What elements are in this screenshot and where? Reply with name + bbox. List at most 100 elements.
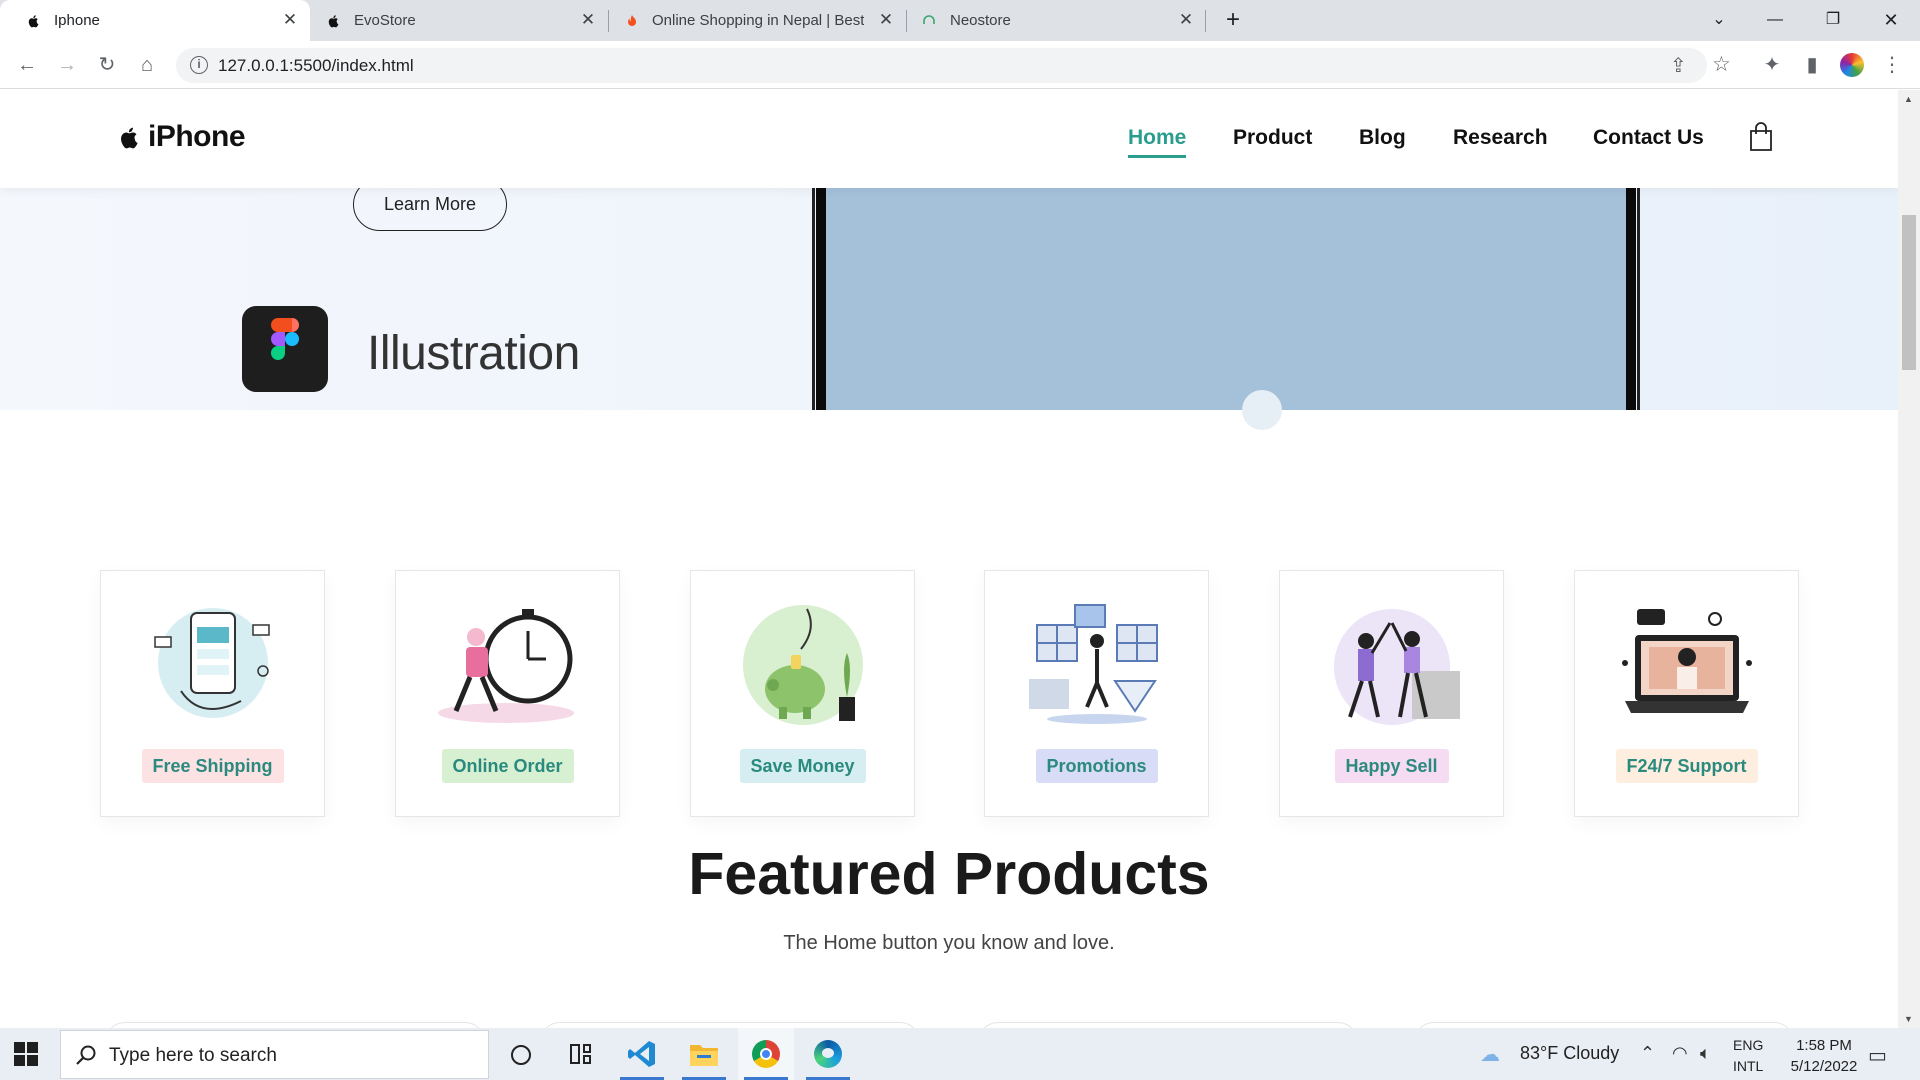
windows-taskbar: Type here to search ☁ 83°F Cloudy ⌃ ◠ 🔈︎ <box>0 1028 1920 1080</box>
page-viewport: iPhone Home Product Blog Research Contac… <box>0 90 1898 1028</box>
clock-date: 5/12/2022 <box>1790 1058 1858 1075</box>
nav-contact-us[interactable]: Contact Us <box>1593 126 1704 150</box>
figma-icon <box>242 306 328 397</box>
extensions-puzzle-icon[interactable]: ✦ <box>1758 51 1786 79</box>
browser-tab-bar: Iphone ✕ EvoStore ✕ Online Shopping in N… <box>0 0 1920 41</box>
new-tab-button[interactable]: + <box>1218 6 1248 34</box>
nav-home[interactable]: Home <box>1128 126 1187 158</box>
network-icon[interactable]: ◠ <box>1672 1043 1688 1064</box>
kebab-menu-icon[interactable]: ⋮ <box>1878 51 1906 79</box>
chrome-icon[interactable] <box>738 1028 794 1080</box>
feature-label: Online Order <box>441 749 574 783</box>
task-view-icon[interactable] <box>552 1028 608 1080</box>
input-language-indicator[interactable]: ENG INTL <box>1733 1035 1763 1077</box>
vscode-icon[interactable] <box>614 1028 670 1080</box>
url-text: 127.0.0.1:5500/index.html <box>218 56 414 75</box>
system-clock[interactable]: 1:58 PM 5/12/2022 <box>1778 1035 1870 1077</box>
keyboard-layout: INTL <box>1733 1058 1764 1074</box>
tab-iphone[interactable]: Iphone ✕ <box>0 0 310 41</box>
apple-icon <box>328 15 339 28</box>
feature-label: Free Shipping <box>141 749 284 783</box>
feature-label: Happy Sell <box>1334 749 1449 783</box>
logo-text: iPhone <box>148 120 246 153</box>
feature-card-save-money[interactable]: Save Money <box>690 570 915 817</box>
chevron-up-icon[interactable]: ⌃ <box>1640 1043 1655 1064</box>
close-window-button[interactable]: ✕ <box>1876 6 1906 34</box>
back-arrow-icon[interactable]: ← <box>13 51 41 79</box>
tab-neostore[interactable]: Neostore ✕ <box>908 0 1206 41</box>
feature-card-online-order[interactable]: Online Order <box>395 570 620 817</box>
page-scrollbar[interactable]: ▲ ▼ <box>1898 90 1920 1028</box>
home-icon[interactable]: ⌂ <box>133 51 161 79</box>
forward-arrow-icon[interactable]: → <box>53 51 81 79</box>
edge-icon[interactable] <box>800 1028 856 1080</box>
language-code: ENG <box>1733 1037 1764 1053</box>
share-icon[interactable]: ⇪ <box>1670 53 1687 78</box>
tab-title: Online Shopping in Nepal | Best <box>652 12 864 29</box>
site-info-icon[interactable]: i <box>190 56 208 74</box>
browser-toolbar: ← → ↻ ⌂ i 127.0.0.1:5500/index.html ⇪ ☆ … <box>0 41 1920 89</box>
support-laptop-illustration <box>1622 609 1752 713</box>
nav-blog[interactable]: Blog <box>1359 126 1406 150</box>
tab-title: Neostore <box>950 12 1011 29</box>
tab-evostore[interactable]: EvoStore ✕ <box>310 0 608 41</box>
reload-icon[interactable]: ↻ <box>93 51 121 79</box>
site-header: iPhone Home Product Blog Research Contac… <box>0 90 1898 188</box>
feature-label: F24/7 Support <box>1615 749 1758 783</box>
cortana-icon[interactable] <box>492 1028 548 1080</box>
payment-phone-illustration <box>154 608 270 718</box>
feature-label: Save Money <box>739 749 866 783</box>
featured-products-heading: Featured Products <box>688 841 1210 907</box>
featured-products-subtitle: The Home button you know and love. <box>783 932 1115 954</box>
side-panel-icon[interactable]: ▮ <box>1798 51 1826 79</box>
feature-card-free-shipping[interactable]: Free Shipping <box>100 570 325 817</box>
search-icon <box>76 1045 96 1065</box>
feature-label: Promotions <box>1035 749 1158 783</box>
search-placeholder: Type here to search <box>109 1045 277 1066</box>
tab-search-chevron-icon[interactable]: ⌄ <box>1704 6 1734 34</box>
clock-time: 1:58 PM <box>1796 1037 1852 1054</box>
star-icon[interactable]: ☆ <box>1712 52 1731 77</box>
close-icon[interactable]: ✕ <box>280 10 300 30</box>
nav-research[interactable]: Research <box>1453 126 1548 150</box>
close-icon[interactable]: ✕ <box>578 10 598 30</box>
taskbar-search-box[interactable]: Type here to search <box>60 1030 489 1079</box>
address-bar[interactable]: i 127.0.0.1:5500/index.html ⇪ ☆ <box>176 48 1731 83</box>
restore-button[interactable]: ❐ <box>1818 6 1848 34</box>
apple-logo-icon <box>121 127 138 149</box>
illustration-label: Illustration <box>367 327 580 380</box>
feature-card-happy-sell[interactable]: Happy Sell <box>1279 570 1504 817</box>
phone-mockup-image <box>812 188 1640 430</box>
tab-divider <box>1205 10 1206 32</box>
close-icon[interactable]: ✕ <box>1176 10 1196 30</box>
volume-icon[interactable]: 🔈︎ <box>1700 1043 1711 1064</box>
flame-icon <box>628 15 636 26</box>
windows-start-icon[interactable] <box>14 1042 38 1066</box>
apple-icon <box>28 15 39 28</box>
cloud-weather-icon: ☁ <box>1480 1044 1500 1066</box>
scroll-up-icon[interactable]: ▲ <box>1904 94 1913 104</box>
feature-card-support[interactable]: F24/7 Support <box>1574 570 1799 817</box>
notifications-icon[interactable]: ▭ <box>1868 1043 1887 1068</box>
nav-product[interactable]: Product <box>1233 126 1312 150</box>
delivery-clock-illustration <box>438 609 574 723</box>
file-explorer-icon[interactable] <box>676 1028 732 1080</box>
tab-online-shopping[interactable]: Online Shopping in Nepal | Best ✕ <box>610 0 908 41</box>
feature-card-promotions[interactable]: Promotions <box>984 570 1209 817</box>
site-logo[interactable]: iPhone <box>118 120 246 154</box>
high-five-illustration <box>1334 609 1460 725</box>
weather-status[interactable]: 83°F Cloudy <box>1520 1043 1619 1064</box>
profile-avatar[interactable] <box>1838 51 1866 79</box>
minimize-button[interactable]: — <box>1760 6 1790 34</box>
tab-divider <box>906 10 907 32</box>
headphones-icon <box>923 15 935 24</box>
tab-divider <box>608 10 609 32</box>
piggy-bank-illustration <box>743 605 863 725</box>
scroll-down-icon[interactable]: ▼ <box>1904 1014 1913 1024</box>
close-icon[interactable]: ✕ <box>876 10 896 30</box>
tab-title: Iphone <box>54 12 100 29</box>
promotions-illustration <box>1029 604 1158 724</box>
scrollbar-thumb[interactable] <box>1902 215 1916 370</box>
tab-title: EvoStore <box>354 12 416 29</box>
shopping-bag-icon[interactable] <box>1749 122 1773 152</box>
